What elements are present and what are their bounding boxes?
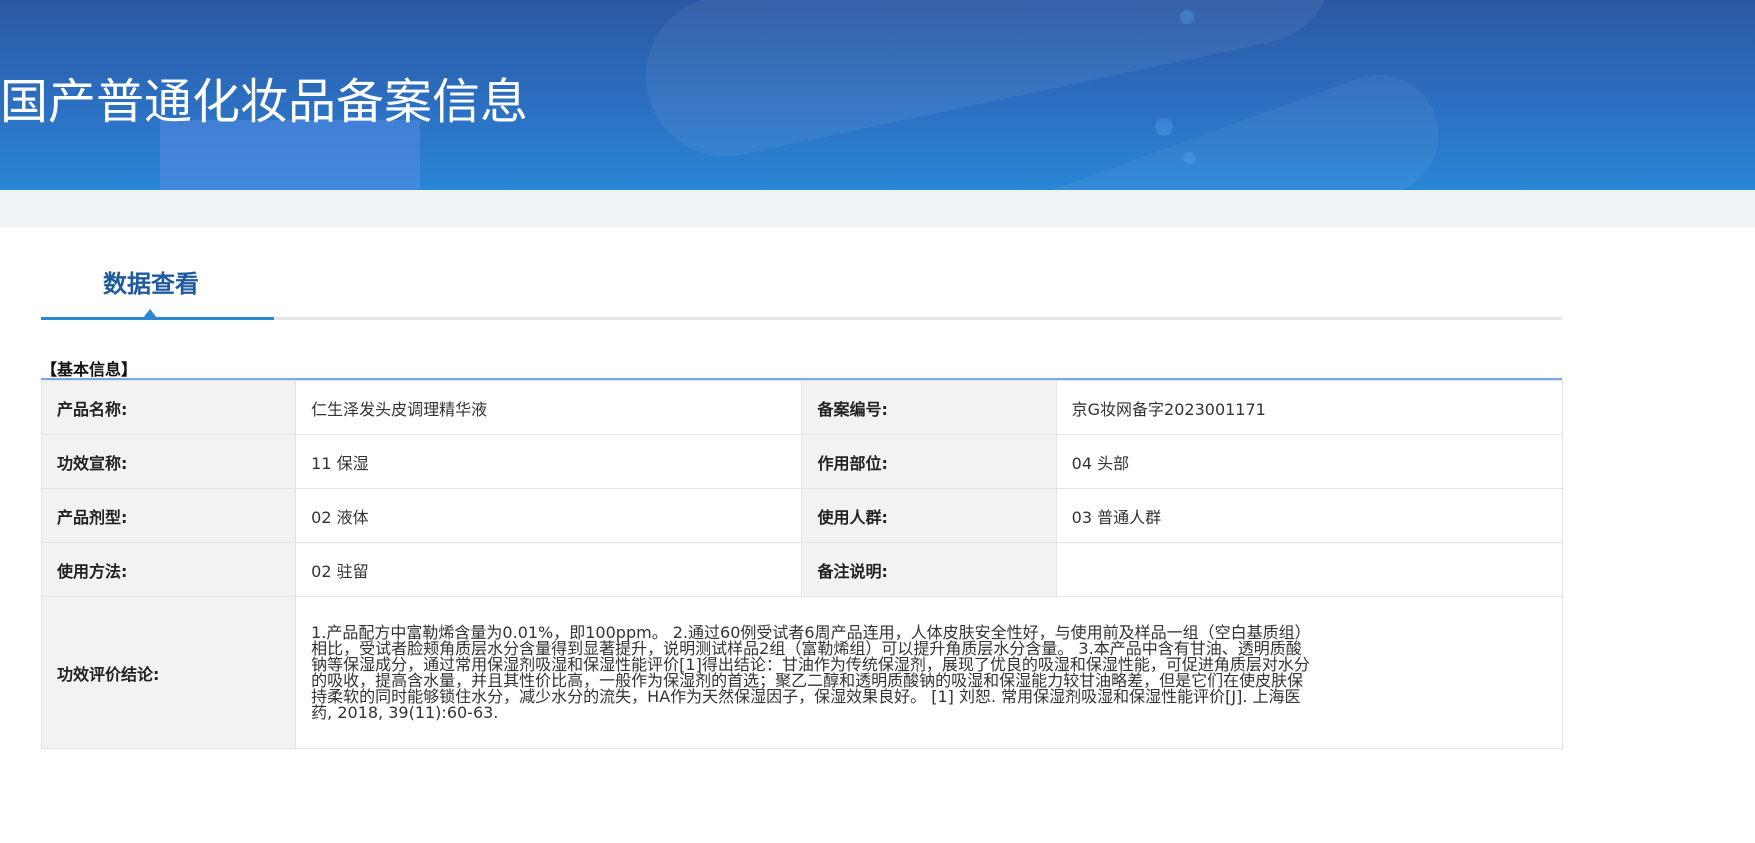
tab-active-indicator — [41, 317, 274, 320]
table-row: 功效宣称: 11 保湿 作用部位: 04 头部 — [40, 434, 1564, 489]
page-banner: 国产普通化妆品备案信息 — [0, 0, 1755, 190]
table-row: 功效评价结论: 1.产品配方中富勒烯含量为0.01%，即100ppm。 2.通过… — [40, 596, 1563, 749]
field-label: 功效评价结论: — [40, 596, 297, 749]
field-label: 使用方法: — [40, 542, 297, 597]
table-row: 产品剂型: 02 液体 使用人群: 03 普通人群 — [40, 488, 1564, 543]
dosage-form-value: 02 液体 — [295, 488, 803, 543]
basic-info-table: 产品名称: 仁生泽发头皮调理精华液 备案编号: 京G妆网备字2023001171… — [40, 380, 1564, 749]
application-area-value: 04 头部 — [1055, 434, 1564, 489]
table-row: 使用方法: 02 驻留 备注说明: — [40, 542, 1564, 597]
field-label: 备注说明: — [801, 542, 1057, 597]
product-name-value: 仁生泽发头皮调理精华液 — [295, 380, 803, 435]
field-label: 使用人群: — [801, 488, 1057, 543]
field-label: 产品名称: — [40, 380, 297, 435]
table-row: 产品名称: 仁生泽发头皮调理精华液 备案编号: 京G妆网备字2023001171 — [40, 380, 1564, 435]
tab-arrow-icon — [143, 309, 157, 318]
banner-spacer — [0, 190, 1755, 227]
page-title: 国产普通化妆品备案信息 — [0, 74, 529, 130]
tab-underline — [41, 317, 1562, 320]
remarks-value — [1055, 542, 1564, 597]
target-group-value: 03 普通人群 — [1055, 488, 1564, 543]
conclusion-value: 1.产品配方中富勒烯含量为0.01%，即100ppm。 2.通过60例受试者6周… — [311, 622, 1311, 722]
field-label: 备案编号: — [801, 380, 1057, 435]
field-label: 产品剂型: — [40, 488, 297, 543]
field-label: 功效宣称: — [40, 434, 297, 489]
tab-data-view[interactable]: 数据查看 — [103, 264, 199, 299]
record-no-value: 京G妆网备字2023001171 — [1055, 380, 1564, 435]
usage-value: 02 驻留 — [295, 542, 803, 597]
efficacy-claim-value: 11 保湿 — [295, 434, 803, 489]
field-label: 作用部位: — [801, 434, 1057, 489]
section-title: 【基本信息】 — [41, 360, 138, 379]
conclusion-cell: 1.产品配方中富勒烯含量为0.01%，即100ppm。 2.通过60例受试者6周… — [295, 596, 1563, 749]
